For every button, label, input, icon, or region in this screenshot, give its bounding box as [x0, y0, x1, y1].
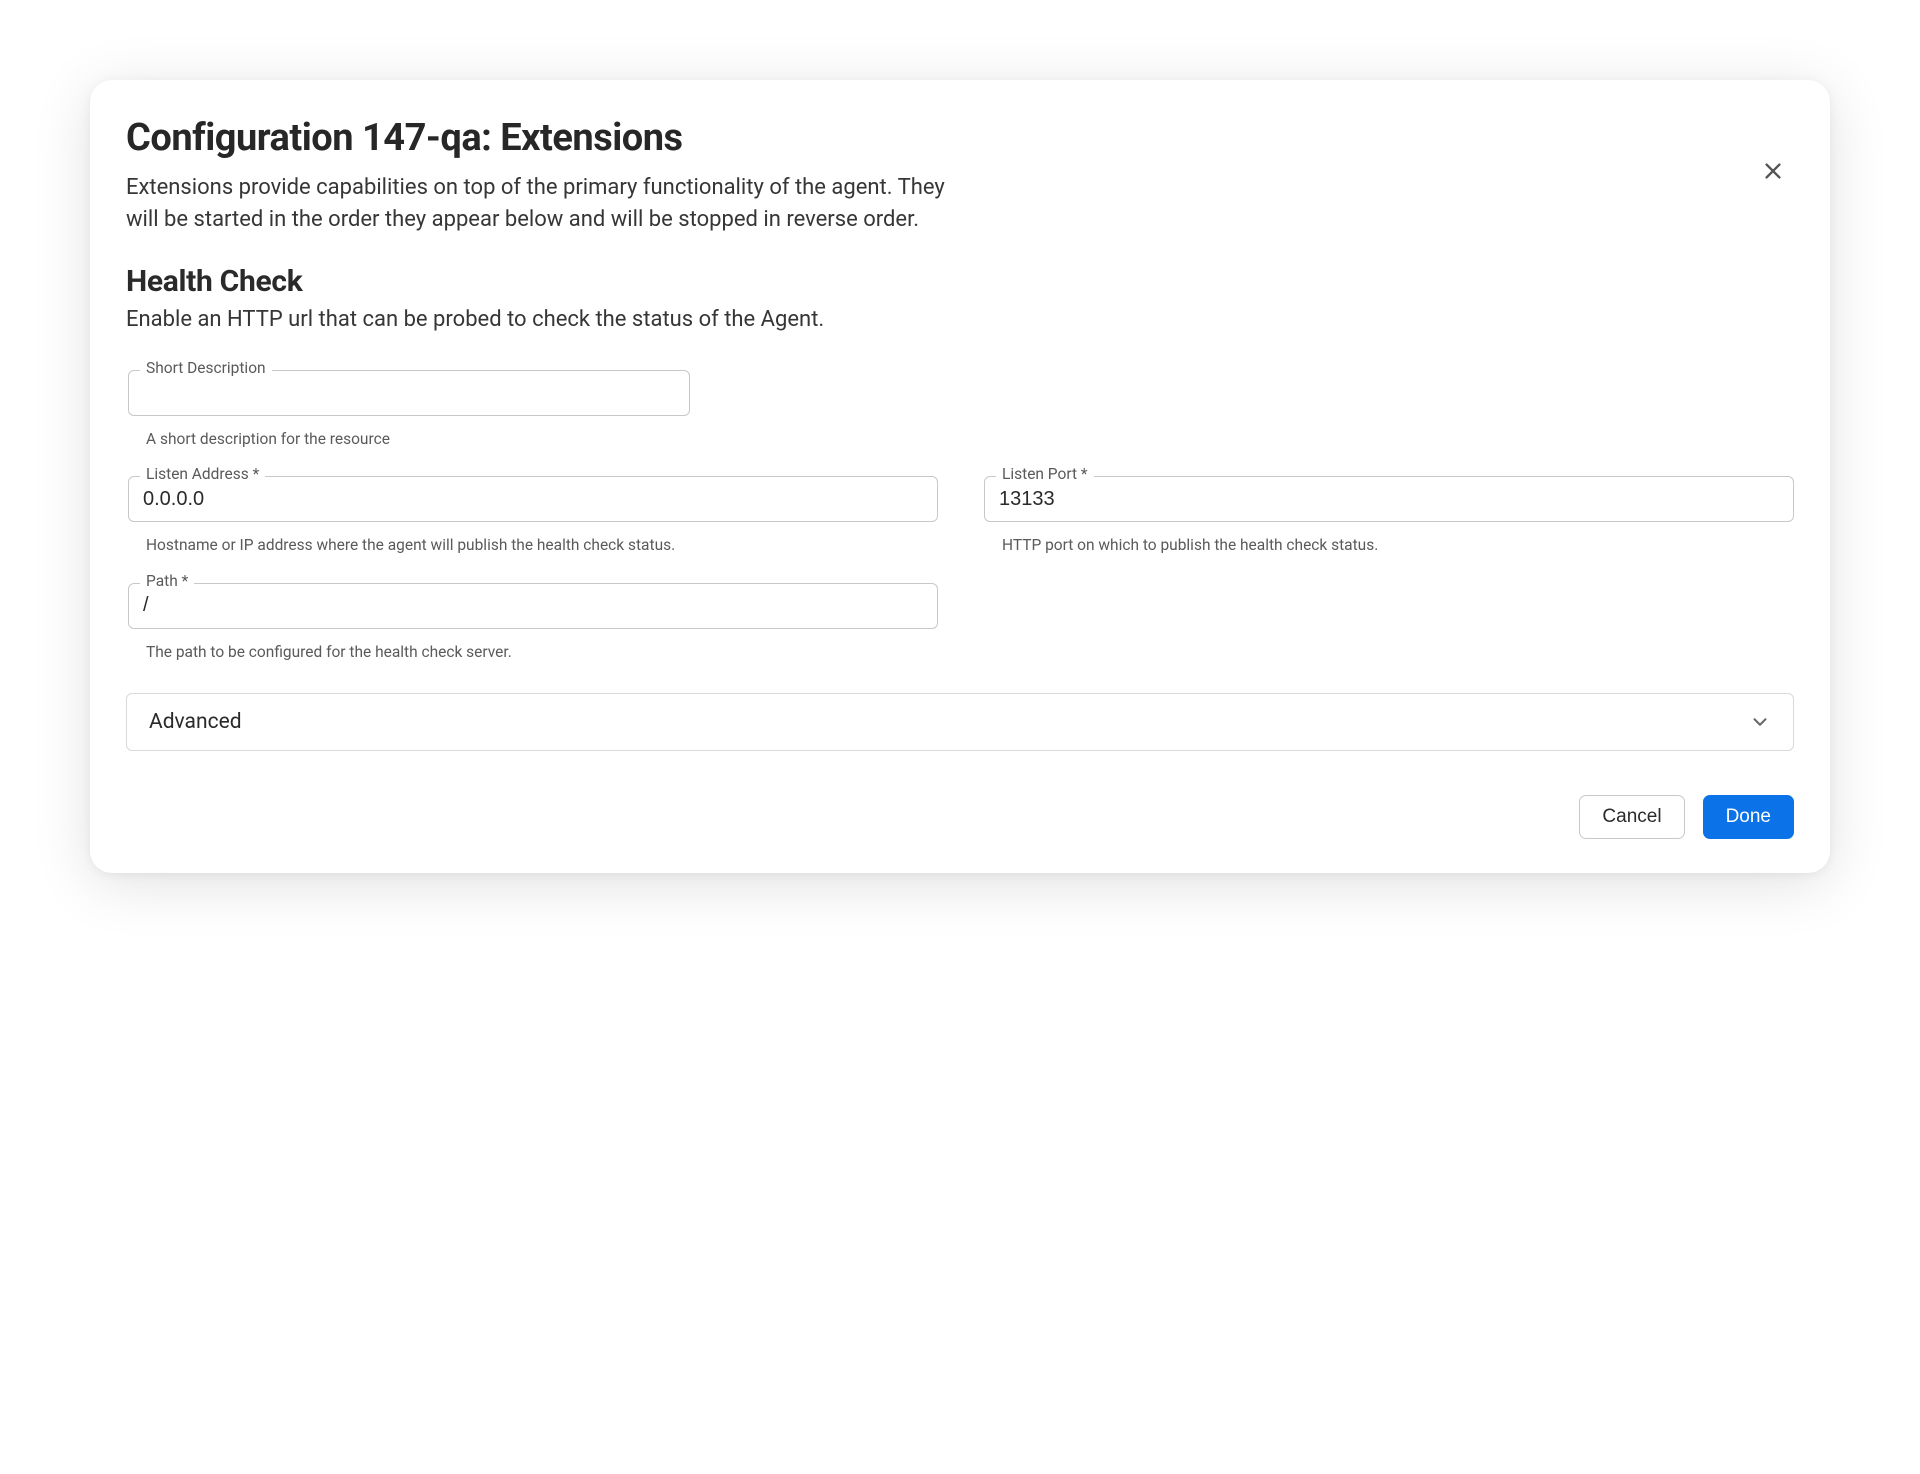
- close-icon: [1762, 160, 1784, 185]
- chevron-down-icon: [1749, 711, 1771, 733]
- dialog-subtitle: Extensions provide capabilities on top o…: [126, 172, 946, 236]
- dialog-title: Configuration 147-qa: Extensions: [126, 116, 1734, 160]
- listen-port-input[interactable]: [984, 476, 1794, 522]
- listen-address-label: Listen Address *: [140, 467, 265, 483]
- field-listen-address: Listen Address * Hostname or IP address …: [128, 476, 938, 556]
- section-title: Health Check: [126, 264, 1794, 299]
- field-short-description: Short Description A short description fo…: [128, 370, 690, 450]
- advanced-accordion[interactable]: Advanced: [126, 693, 1794, 751]
- path-label: Path *: [140, 574, 194, 590]
- short-description-label: Short Description: [140, 361, 272, 377]
- short-description-helper: A short description for the resource: [128, 428, 690, 450]
- dialog-header: Configuration 147-qa: Extensions Extensi…: [126, 116, 1794, 236]
- input-wrap: Listen Address *: [128, 476, 938, 522]
- field-listen-port: Listen Port * HTTP port on which to publ…: [984, 476, 1794, 556]
- dialog-footer: Cancel Done: [126, 795, 1794, 839]
- listen-address-helper: Hostname or IP address where the agent w…: [128, 534, 938, 556]
- cancel-button[interactable]: Cancel: [1579, 795, 1684, 839]
- field-path: Path * The path to be configured for the…: [128, 583, 938, 663]
- input-wrap: Path *: [128, 583, 938, 629]
- done-button[interactable]: Done: [1703, 795, 1794, 839]
- path-helper: The path to be configured for the health…: [128, 641, 938, 663]
- close-button[interactable]: [1756, 154, 1790, 191]
- listen-port-helper: HTTP port on which to publish the health…: [984, 534, 1794, 556]
- section-description: Enable an HTTP url that can be probed to…: [126, 307, 1794, 332]
- extensions-dialog: Configuration 147-qa: Extensions Extensi…: [90, 80, 1830, 873]
- listen-address-input[interactable]: [128, 476, 938, 522]
- accordion-label: Advanced: [149, 710, 242, 734]
- path-input[interactable]: [128, 583, 938, 629]
- input-wrap: Listen Port *: [984, 476, 1794, 522]
- listen-port-label: Listen Port *: [996, 467, 1094, 483]
- form-grid: Short Description A short description fo…: [126, 370, 1794, 663]
- input-wrap: Short Description: [128, 370, 690, 416]
